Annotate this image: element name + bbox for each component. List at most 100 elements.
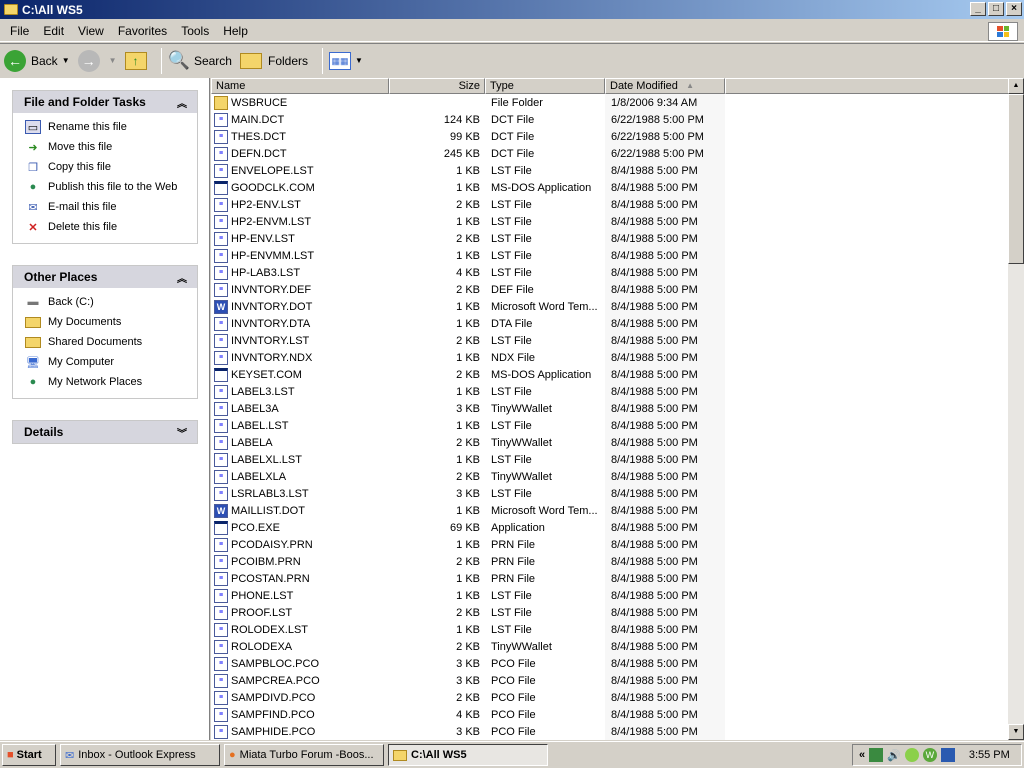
file-row[interactable]: ≡ HP-LAB3.LST 4 KB LST File 8/4/1988 5:00 PM (211, 264, 725, 281)
file-row[interactable]: WSBRUCE File Folder 1/8/2006 9:34 AM (211, 94, 725, 111)
forward-button[interactable]: → ▼ (77, 49, 117, 72)
collapse-icon[interactable]: ︽ (177, 270, 187, 285)
file-row[interactable]: ≡ PHONE.LST 1 KB LST File 8/4/1988 5:00 PM (211, 587, 725, 604)
file-row[interactable]: ≡ SAMPFIND.PCO 4 KB PCO File 8/4/1988 5:00 P… (211, 706, 725, 723)
maximize-button[interactable]: □ (988, 2, 1004, 16)
tray-volume-icon[interactable]: 🔊 (887, 749, 901, 762)
menu-help[interactable]: Help (216, 24, 255, 38)
file-type: NDX File (491, 351, 536, 364)
file-row[interactable]: ≡ ENVELOPE.LST 1 KB LST File 8/4/1988 5:00 P… (211, 162, 725, 179)
file-row[interactable]: PCO.EXE 69 KB Application 8/4/1988 5:00 PM (211, 519, 725, 536)
file-row[interactable]: ≡ HP-ENV.LST 2 KB LST File 8/4/1988 5:00 PM (211, 230, 725, 247)
tray-status-icon[interactable] (904, 748, 919, 762)
delete-file-link[interactable]: ✕ Delete this file (13, 217, 197, 237)
file-row[interactable]: ≡ SAMPHIDE.PCO 3 KB PCO File 8/4/1988 5:00 P… (211, 723, 725, 740)
panel-header[interactable]: File and Folder Tasks ︽ (13, 91, 197, 113)
search-button[interactable]: 🔍 Search (168, 50, 232, 71)
scroll-down-button[interactable]: ▼ (1008, 724, 1024, 740)
close-button[interactable]: × (1006, 2, 1022, 16)
file-row[interactable]: ≡ SAMPCREA.PCO 3 KB PCO File 8/4/1988 5:00 P… (211, 672, 725, 689)
back-button[interactable]: ← Back ▼ (4, 49, 70, 72)
file-row[interactable]: ≡ INVNTORY.NDX 1 KB NDX File 8/4/1988 5:00 P… (211, 349, 725, 366)
tray-security-icon[interactable] (940, 748, 955, 762)
file-row[interactable]: KEYSET.COM 2 KB MS-DOS Application 8/4/1988… (211, 366, 725, 383)
file-row[interactable]: ≡ MAIN.DCT 124 KB DCT File 6/22/1988 5:00 PM (211, 111, 725, 128)
file-row[interactable]: ≡ HP2-ENV.LST 2 KB LST File 8/4/1988 5:00 PM (211, 196, 725, 213)
column-header-date[interactable]: Date Modified ▲ (605, 78, 725, 94)
menu-tools[interactable]: Tools (174, 24, 216, 38)
file-row[interactable]: ≡ ROLODEX.LST 1 KB LST File 8/4/1988 5:00 PM (211, 621, 725, 638)
file-row[interactable]: ≡ PCODAISY.PRN 1 KB PRN File 8/4/1988 5:00 P… (211, 536, 725, 553)
email-file-link[interactable]: ✉ E-mail this file (13, 197, 197, 217)
start-button[interactable]: ■ Start (2, 744, 56, 766)
file-icon: ≡ (214, 163, 228, 178)
expand-icon[interactable]: ︾ (177, 425, 187, 440)
tray-app-icon[interactable] (869, 748, 884, 762)
file-row[interactable]: ≡ LABEL.LST 1 KB LST File 8/4/1988 5:00 PM (211, 417, 725, 434)
file-row[interactable]: ≡ ROLODEXA 2 KB TinyWWallet 8/4/1988 5:00 PM (211, 638, 725, 655)
vertical-scrollbar[interactable]: ▲ ▼ (1008, 78, 1024, 740)
file-row[interactable]: ≡ SAMPDIVD.PCO 2 KB PCO File 8/4/1988 5:00 P… (211, 689, 725, 706)
file-row[interactable]: GOODCLK.COM 1 KB MS-DOS Application 8/4/198… (211, 179, 725, 196)
panel-header[interactable]: Other Places ︽ (13, 266, 197, 288)
file-name: HP2-ENVM.LST (231, 215, 312, 228)
copy-file-link[interactable]: ❐ Copy this file (13, 157, 197, 177)
up-folder-button[interactable]: ↑ (124, 51, 147, 70)
folders-button[interactable]: Folders (239, 52, 308, 69)
collapse-icon[interactable]: ︽ (177, 95, 187, 110)
place-my-network[interactable]: ● My Network Places (13, 372, 197, 392)
place-shared-documents[interactable]: Shared Documents (13, 332, 197, 352)
scroll-up-button[interactable]: ▲ (1008, 78, 1024, 94)
file-row[interactable]: ≡ LABELXL.LST 1 KB LST File 8/4/1988 5:00 PM (211, 451, 725, 468)
file-row[interactable]: ≡ PROOF.LST 2 KB LST File 8/4/1988 5:00 PM (211, 604, 725, 621)
menu-edit[interactable]: Edit (36, 24, 71, 38)
place-my-documents[interactable]: My Documents (13, 312, 197, 332)
minimize-button[interactable]: _ (970, 2, 986, 16)
publish-web-link[interactable]: ● Publish this file to the Web (13, 177, 197, 197)
chevron-down-icon[interactable]: ▼ (62, 56, 70, 65)
show-hidden-icons-button[interactable]: « (859, 749, 865, 761)
file-type: LST File (491, 334, 532, 347)
task-explorer[interactable]: C:\All WS5 (388, 744, 548, 766)
views-button[interactable]: ▦▦ ▼ (329, 51, 363, 70)
menu-favorites[interactable]: Favorites (111, 24, 174, 38)
file-row[interactable]: ≡ SAMPBLOC.PCO 3 KB PCO File 8/4/1988 5:00 P… (211, 655, 725, 672)
menu-view[interactable]: View (71, 24, 111, 38)
file-row[interactable]: ≡ LABEL3.LST 1 KB LST File 8/4/1988 5:00 PM (211, 383, 725, 400)
file-row[interactable]: ≡ INVNTORY.LST 2 KB LST File 8/4/1988 5:00 P… (211, 332, 725, 349)
file-row[interactable]: ≡ LSRLABL3.LST 3 KB LST File 8/4/1988 5:00 P… (211, 485, 725, 502)
place-my-computer[interactable]: 🖥 My Computer (13, 352, 197, 372)
file-size: 1 KB (456, 504, 480, 517)
menu-file[interactable]: File (3, 24, 36, 38)
column-header-size[interactable]: Size (389, 78, 485, 94)
scroll-thumb[interactable] (1008, 94, 1024, 264)
task-firefox[interactable]: ● Miata Turbo Forum -Boos... (224, 744, 384, 766)
file-row[interactable]: ≡ THES.DCT 99 KB DCT File 6/22/1988 5:00 PM (211, 128, 725, 145)
file-row[interactable]: ≡ DEFN.DCT 245 KB DCT File 6/22/1988 5:00 PM (211, 145, 725, 162)
file-type: TinyWWallet (491, 470, 552, 483)
rename-file-link[interactable]: ▭ Rename this file (13, 117, 197, 137)
clock[interactable]: 3:55 PM (969, 749, 1010, 761)
file-row[interactable]: ≡ PCOIBM.PRN 2 KB PRN File 8/4/1988 5:00 PM (211, 553, 725, 570)
chevron-down-icon[interactable]: ▼ (109, 56, 117, 65)
file-row[interactable]: W INVNTORY.DOT 1 KB Microsoft Word Tem... 8/… (211, 298, 725, 315)
file-row[interactable]: ≡ INVNTORY.DTA 1 KB DTA File 8/4/1988 5:00 P… (211, 315, 725, 332)
file-row[interactable]: ≡ LABELXLA 2 KB TinyWWallet 8/4/1988 5:00 PM (211, 468, 725, 485)
move-file-link[interactable]: ➜ Move this file (13, 137, 197, 157)
file-row[interactable]: ≡ LABELA 2 KB TinyWWallet 8/4/1988 5:00 PM (211, 434, 725, 451)
file-row[interactable]: ≡ PCOSTAN.PRN 1 KB PRN File 8/4/1988 5:00 PM (211, 570, 725, 587)
file-row[interactable]: ≡ LABEL3A 3 KB TinyWWallet 8/4/1988 5:00 PM (211, 400, 725, 417)
file-row[interactable]: W MAILLIST.DOT 1 KB Microsoft Word Tem... 8/… (211, 502, 725, 519)
chevron-down-icon[interactable]: ▼ (355, 56, 363, 65)
tray-w-icon[interactable]: W (922, 748, 937, 762)
column-header-name[interactable]: Name (211, 78, 389, 94)
file-row[interactable]: ≡ HP2-ENVM.LST 1 KB LST File 8/4/1988 5:00 P… (211, 213, 725, 230)
task-outlook-express[interactable]: ✉ Inbox - Outlook Express (60, 744, 220, 766)
place-drive-c[interactable]: ▬ Back (C:) (13, 292, 197, 312)
file-name: ROLODEX.LST (231, 623, 309, 636)
column-header-type[interactable]: Type (485, 78, 605, 94)
file-size: 1 KB (456, 572, 480, 585)
file-row[interactable]: ≡ INVNTORY.DEF 2 KB DEF File 8/4/1988 5:00 P… (211, 281, 725, 298)
file-row[interactable]: ≡ HP-ENVMM.LST 1 KB LST File 8/4/1988 5:00 P… (211, 247, 725, 264)
panel-header[interactable]: Details ︾ (13, 421, 197, 443)
